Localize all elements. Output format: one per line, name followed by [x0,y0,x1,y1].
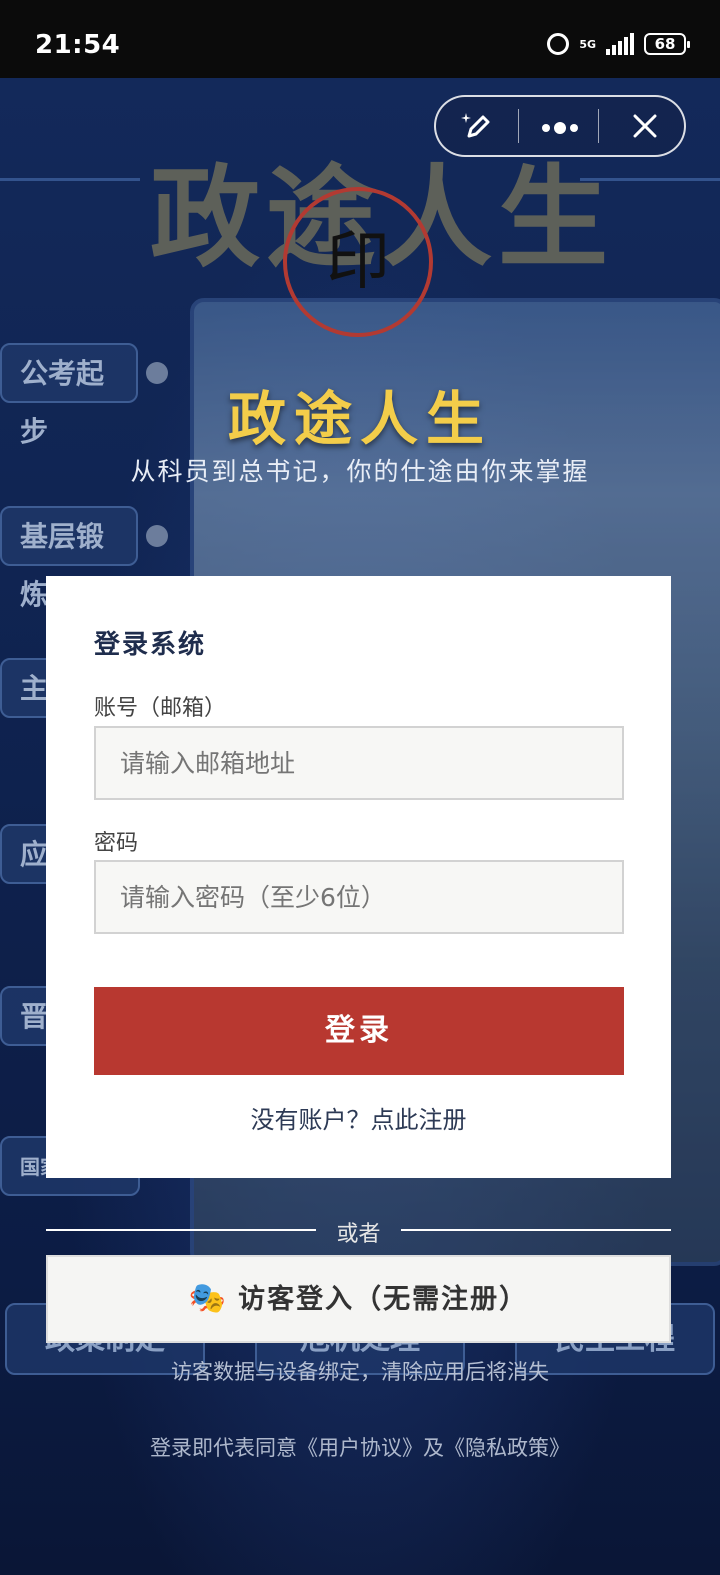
login-button[interactable]: 登录 [94,987,624,1075]
agreement-text[interactable]: 登录即代表同意《用户协议》及《隐私政策》 [0,1432,720,1462]
more-dots-icon[interactable] [519,97,601,155]
app-title: 政途人生 [227,385,492,453]
app-subtitle: 从科员到总书记，你的仕途由你来掌握 [130,457,590,486]
mini-program-toolbar [434,95,686,157]
sparkle-pen-icon[interactable] [436,97,518,155]
register-link[interactable]: 没有账户？点此注册 [46,1100,671,1135]
seal-text: 印 [326,225,390,299]
bg-sidebar-dot [146,525,168,547]
battery-icon: 68 [644,33,690,55]
email-input[interactable] [94,726,624,800]
close-icon[interactable] [604,97,686,155]
password-label: 密码 [94,831,139,856]
status-icons: 5G 68 [547,33,690,55]
divider-line-left [46,1229,316,1231]
seal-logo: 印 [283,187,433,337]
login-title: 登录系统 [94,630,207,660]
status-time: 21:54 [35,30,121,60]
alarm-icon [547,33,570,55]
guest-note: 访客数据与设备绑定，清除应用后将消失 [171,1360,549,1384]
status-bar: 21:54 5G 68 [0,0,720,78]
divider-or-text: 或者 [336,1222,381,1247]
guest-login-label: 访客登入（无需注册） [238,1284,529,1315]
bg-sidebar-item-2: 基层锻炼 [0,506,138,611]
theater-masks-icon: 🎭 [188,1281,229,1316]
password-input[interactable] [94,860,624,934]
bg-stripe-left [0,178,140,231]
network-type: 5G [579,37,596,51]
guest-login-button[interactable]: 🎭 访客登入（无需注册） [46,1255,671,1343]
divider-line-right [401,1229,671,1231]
login-card: 登录系统 账号（邮箱） 密码 登录 没有账户？点此注册 [46,576,671,1178]
toolbar-divider [598,109,599,143]
signal-icon [606,33,634,55]
account-label: 账号（邮箱） [94,696,227,721]
